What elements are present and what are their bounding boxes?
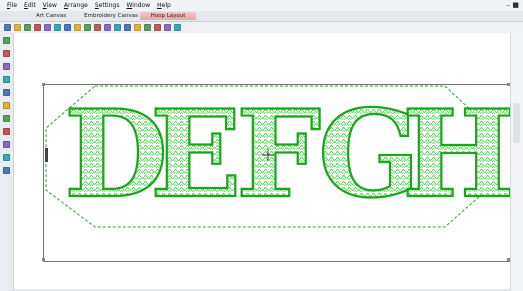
- letter-f[interactable]: F: [235, 83, 322, 226]
- letter-e[interactable]: E: [149, 83, 243, 226]
- letter-h[interactable]: H: [401, 83, 517, 226]
- scroll-thumb[interactable]: [513, 103, 520, 143]
- stitch-start-marker: [45, 148, 48, 162]
- embroidery-design[interactable]: DEFGH: [0, 0, 523, 291]
- vertical-scrollbar[interactable]: [510, 33, 523, 291]
